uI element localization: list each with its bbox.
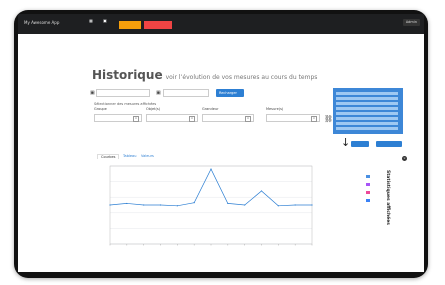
- calendar-icon[interactable]: ▣: [156, 90, 161, 96]
- data-point: [193, 202, 195, 204]
- selection-chip-left[interactable]: [351, 141, 369, 147]
- page-title-text: Historique: [92, 68, 163, 82]
- data-point: [109, 204, 111, 206]
- legend-swatch: [366, 190, 370, 194]
- legend-item[interactable]: [366, 198, 380, 202]
- link-icon[interactable]: ⛓: [324, 115, 333, 123]
- legend-item[interactable]: [366, 174, 380, 178]
- data-point: [311, 204, 313, 206]
- reload-button[interactable]: Recharger: [216, 89, 244, 97]
- filter-label-quantity: Grandeur: [202, 107, 219, 111]
- tab-table[interactable]: Tableau: [123, 154, 136, 158]
- filter-label-objects: Objet(s): [146, 107, 161, 111]
- info-text: Sélectionner des mesures affichées: [94, 102, 157, 106]
- page-subtitle: voir l’évolution de vos mesures au cours…: [165, 74, 318, 81]
- legend-item[interactable]: [366, 182, 380, 186]
- selected-measures-list[interactable]: [333, 88, 403, 134]
- list-item[interactable]: [336, 127, 398, 130]
- plot-area: [109, 165, 313, 245]
- chart-grid: [110, 165, 312, 245]
- legend-swatch: [366, 198, 370, 202]
- clear-icon[interactable]: ×: [311, 116, 317, 122]
- series-line: [109, 168, 312, 207]
- nav-button-warning[interactable]: [119, 21, 141, 29]
- clear-icon[interactable]: ×: [245, 116, 251, 122]
- list-item[interactable]: [336, 97, 398, 100]
- list-item[interactable]: [336, 107, 398, 110]
- list-item[interactable]: [336, 112, 398, 115]
- x-tick-labels: [109, 244, 313, 246]
- data-point: [227, 202, 229, 205]
- app-title: My Awesome App: [24, 20, 60, 25]
- user-menu-button[interactable]: Admin: [402, 19, 420, 26]
- tab-curves[interactable]: Courbes: [97, 154, 120, 159]
- app-screen: My Awesome App ▦ ▣ Admin Historique voir …: [18, 14, 424, 272]
- clear-icon[interactable]: ×: [133, 116, 139, 122]
- legend-swatch: [366, 174, 370, 178]
- filter-label-measures: Mesure(s): [266, 107, 284, 111]
- data-point: [159, 204, 162, 206]
- data-point: [277, 205, 279, 207]
- filter-label-group: Groupe: [94, 107, 107, 111]
- start-date-input[interactable]: [96, 89, 150, 97]
- chart-axes: [109, 165, 313, 245]
- nav-button-danger[interactable]: [144, 21, 172, 29]
- list-item[interactable]: [336, 92, 398, 95]
- list-item[interactable]: [336, 117, 398, 120]
- group-select[interactable]: ×: [94, 114, 142, 122]
- page-title: Historique voir l’évolution de vos mesure…: [92, 68, 317, 82]
- clear-icon[interactable]: ×: [189, 116, 195, 122]
- list-item[interactable]: [336, 122, 398, 125]
- tab-values[interactable]: Valeurs: [141, 154, 154, 158]
- grid-icon[interactable]: ▦: [86, 18, 96, 30]
- data-point: [210, 168, 212, 170]
- arrow-down-icon: ↓: [341, 136, 351, 149]
- quantity-select[interactable]: ×: [202, 114, 254, 122]
- legend-item[interactable]: [366, 190, 380, 194]
- top-navbar: My Awesome App ▦ ▣ Admin: [18, 14, 424, 34]
- close-icon[interactable]: ×: [402, 156, 407, 161]
- data-point: [126, 202, 128, 205]
- legend-swatch: [366, 182, 370, 186]
- chart-series: [109, 168, 313, 207]
- data-point: [260, 190, 263, 192]
- resources-icon[interactable]: ▣: [100, 18, 110, 30]
- data-point: [143, 204, 145, 206]
- data-point: [294, 204, 296, 206]
- selection-chip-right[interactable]: [376, 141, 402, 147]
- side-panel-title: Statistiques affichées: [385, 170, 390, 225]
- calendar-icon[interactable]: ▣: [90, 90, 95, 96]
- objects-select[interactable]: ×: [146, 114, 198, 122]
- data-point: [244, 204, 246, 206]
- data-point: [176, 205, 178, 207]
- measures-select[interactable]: ×: [266, 114, 320, 122]
- end-date-input[interactable]: [163, 89, 209, 97]
- list-item[interactable]: [336, 102, 398, 105]
